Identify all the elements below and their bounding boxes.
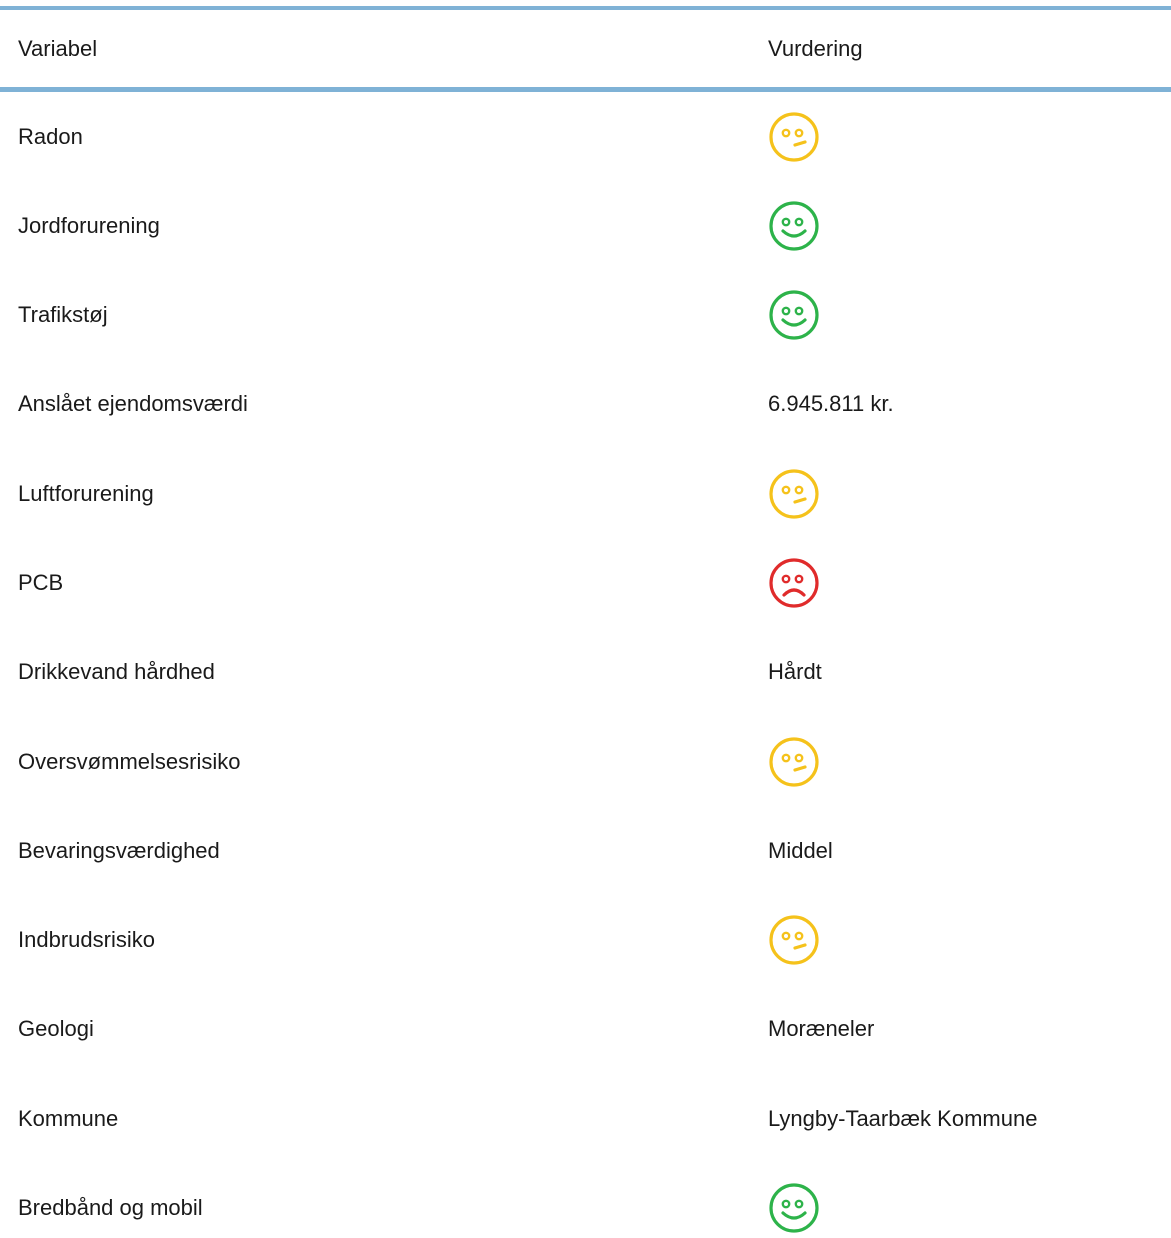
rating-cell [768, 181, 820, 270]
table-row: Geologi Moræneler [0, 985, 1171, 1074]
table-row: Trafikstøj [0, 271, 1171, 360]
table-row: PCB [0, 538, 1171, 627]
row-value: Lyngby-Taarbæk Kommune [768, 1105, 1038, 1131]
rating-cell [768, 717, 820, 806]
row-label: Oversvømmelsesrisiko [18, 748, 241, 774]
table-body: Radon Jordforurening Trafikstøj Anslået eje… [0, 92, 1171, 1238]
row-label: Bevaringsværdighed [18, 837, 220, 863]
happy-face-icon [768, 1182, 820, 1234]
row-value: Moræneler [768, 1016, 875, 1042]
table-row: Bevaringsværdighed Middel [0, 806, 1171, 895]
rating-cell [768, 896, 820, 985]
table-row: Jordforurening [0, 181, 1171, 270]
rating-cell [768, 271, 820, 360]
row-value: Middel [768, 837, 833, 863]
neutral-face-icon [768, 914, 820, 966]
row-label: Bredbånd og mobil [18, 1195, 203, 1221]
row-label: Drikkevand hårdhed [18, 659, 215, 685]
row-label: Radon [18, 123, 83, 149]
neutral-face-icon [768, 736, 820, 788]
row-label: Geologi [18, 1016, 94, 1042]
row-label: PCB [18, 569, 64, 595]
row-value: Hårdt [768, 659, 822, 685]
row-label: Indbrudsrisiko [18, 927, 155, 953]
table-row: Luftforurening [0, 449, 1171, 538]
neutral-face-icon [768, 111, 820, 163]
happy-face-icon [768, 289, 820, 341]
row-label: Kommune [18, 1105, 119, 1131]
sad-face-icon [768, 557, 820, 609]
header-rating: Vurdering [768, 35, 863, 61]
row-label: Anslået ejendomsværdi [18, 391, 248, 417]
happy-face-icon [768, 200, 820, 252]
rating-cell [768, 92, 820, 181]
table-row: Kommune Lyngby-Taarbæk Kommune [0, 1074, 1171, 1163]
table-row: Drikkevand hårdhed Hårdt [0, 628, 1171, 717]
rating-cell [768, 538, 820, 627]
table-header: Variabel Vurdering [0, 6, 1171, 92]
table-row: Indbrudsrisiko [0, 896, 1171, 985]
header-variable: Variabel [18, 35, 98, 61]
row-label: Trafikstøj [18, 302, 108, 328]
table-row: Bredbånd og mobil [0, 1164, 1171, 1238]
neutral-face-icon [768, 468, 820, 520]
table-row: Anslået ejendomsværdi 6.945.811 kr. [0, 360, 1171, 449]
row-value: 6.945.811 kr. [768, 391, 894, 417]
row-label: Jordforurening [18, 212, 160, 238]
row-label: Luftforurening [18, 480, 154, 506]
table-row: Oversvømmelsesrisiko [0, 717, 1171, 806]
rating-cell [768, 1164, 820, 1238]
table-row: Radon [0, 92, 1171, 181]
property-table: Variabel Vurdering Radon Jordforurening Tr… [0, 6, 1171, 1238]
rating-cell [768, 449, 820, 538]
